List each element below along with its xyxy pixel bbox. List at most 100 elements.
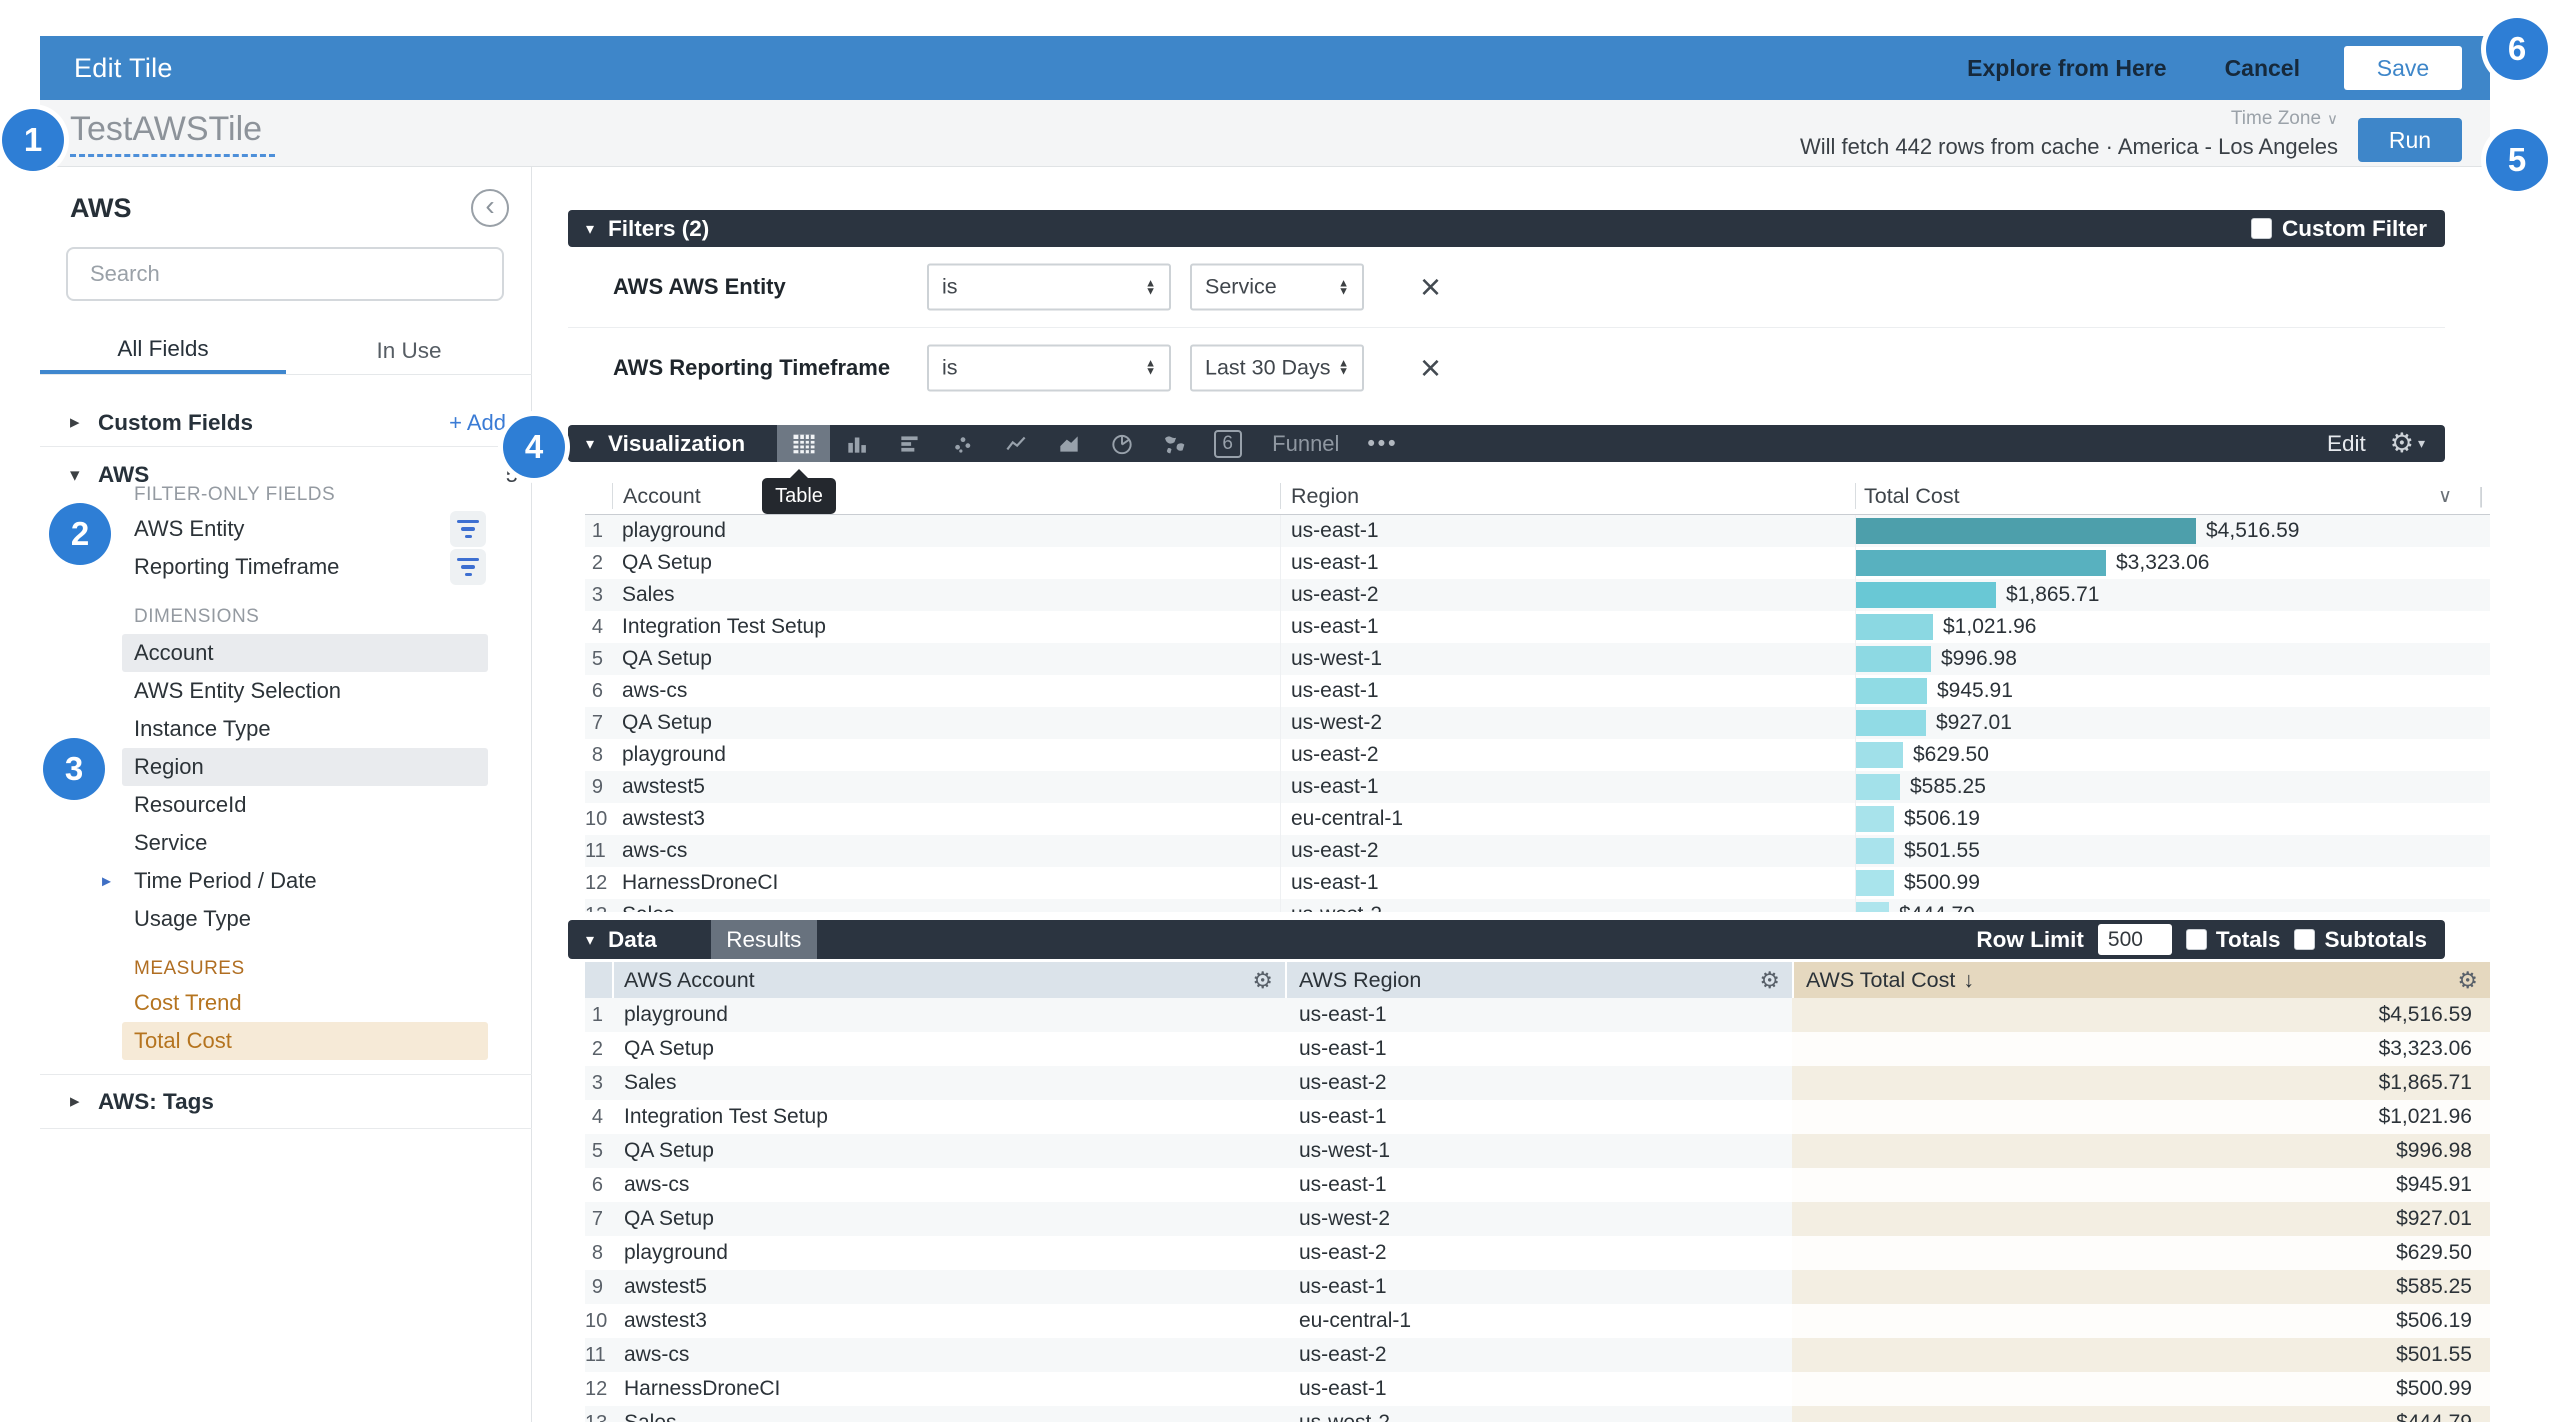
table-row[interactable]: 5 QA Setup us-west-1 $996.98 [585,643,2490,675]
table-row[interactable]: 5 QA Setup us-west-1 $996.98 [585,1134,2490,1168]
table-row[interactable]: 13 Sales us-west-2 $444.79 [585,899,2490,912]
table-row[interactable]: 7 QA Setup us-west-2 $927.01 [585,1202,2490,1236]
funnel-viz-option[interactable]: Funnel [1272,431,1339,457]
remove-filter-icon[interactable]: × [1420,266,1441,308]
caret-down-icon[interactable]: ▾ [2418,435,2425,452]
tab-results[interactable]: Results [711,920,817,959]
table-viz-icon[interactable] [777,425,830,462]
table-row[interactable]: 6 aws-cs us-east-1 $945.91 [585,1168,2490,1202]
table-row[interactable]: 4 Integration Test Setup us-east-1 $1,02… [585,611,2490,643]
table-row[interactable]: 8 playground us-east-2 $629.50 [585,1236,2490,1270]
map-viz-icon[interactable] [1148,425,1201,462]
gear-icon[interactable]: ⚙ [2457,967,2478,994]
filter-value-select[interactable]: Last 30 Days ▲▼ [1190,344,1364,391]
table-row[interactable]: 9 awstest5 us-east-1 $585.25 [585,1270,2490,1304]
measure-list: Cost Trend Total Cost [40,984,532,1060]
tab-all-fields[interactable]: All Fields [40,327,286,374]
dimension-field[interactable]: ▸ Usage Type [40,900,532,938]
measure-field[interactable]: Total Cost [40,1022,532,1060]
add-custom-field-button[interactable]: + Add [449,410,506,436]
table-row[interactable]: 2 QA Setup us-east-1 $3,323.06 [585,547,2490,579]
collapse-sidebar-button[interactable]: ‹ [471,189,509,227]
top-bar: Edit Tile Explore from Here Cancel Save [40,36,2490,100]
table-row[interactable]: 13 Sales us-west-2 $444.79 [585,1406,2490,1422]
table-row[interactable]: 10 awstest3 eu-central-1 $506.19 [585,803,2490,835]
viz-col-account[interactable]: Account [612,483,1280,509]
run-button[interactable]: Run [2358,118,2462,162]
data-col-aws-region[interactable]: AWS Region ⚙ [1285,962,1792,998]
table-row[interactable]: 2 QA Setup us-east-1 $3,323.06 [585,1032,2490,1066]
table-row[interactable]: 12 HarnessDroneCI us-east-1 $500.99 [585,1372,2490,1406]
row-limit-input[interactable] [2098,924,2172,955]
search-input[interactable] [66,247,504,301]
filter-icon[interactable] [450,511,486,547]
line-chart-viz-icon[interactable] [989,425,1042,462]
table-row[interactable]: 8 playground us-east-2 $629.50 [585,739,2490,771]
table-row[interactable]: 10 awstest3 eu-central-1 $506.19 [585,1304,2490,1338]
custom-filter-checkbox[interactable] [2251,218,2272,239]
scatter-viz-icon[interactable] [936,425,989,462]
dimension-field[interactable]: ▸ Service [40,824,532,862]
area-chart-viz-icon[interactable] [1042,425,1095,462]
custom-fields-row[interactable]: ▸ Custom Fields + Add [40,399,532,447]
subtotals-toggle[interactable]: Subtotals [2294,927,2427,953]
visualization-section-header[interactable]: ▾ Visualization [568,425,2445,462]
table-row[interactable]: 11 aws-cs us-east-2 $501.55 [585,1338,2490,1372]
filter-only-field[interactable]: AWS Entity [40,510,532,548]
table-row[interactable]: 1 playground us-east-1 $4,516.59 [585,515,2490,547]
data-section-header[interactable]: ▾ Data Results Row Limit Totals Subtotal… [568,920,2445,959]
subtotals-checkbox[interactable] [2294,929,2315,950]
filter-icon[interactable] [450,549,486,585]
filter-operator-select[interactable]: is ▲▼ [927,344,1171,391]
aws-tags-group-row[interactable]: ▸ AWS: Tags [40,1075,532,1129]
filter-value-select[interactable]: Service ▲▼ [1190,264,1364,311]
more-viz-options-icon[interactable]: ••• [1367,432,1398,456]
field-list: FILTER-ONLY FIELDS AWS Entity Reporting … [40,480,532,1129]
cost-bar [1856,614,1933,640]
page-title: Edit Tile [74,53,173,84]
filter-only-field[interactable]: Reporting Timeframe [40,548,532,586]
dimension-field[interactable]: ▸ ResourceId [40,786,532,824]
dimension-field[interactable]: ▸ AWS Entity Selection [40,672,532,710]
viz-edit-button[interactable]: Edit [2327,431,2366,457]
gear-icon[interactable]: ⚙ [1252,967,1273,994]
filter-operator-select[interactable]: is ▲▼ [927,264,1171,311]
table-row[interactable]: 6 aws-cs us-east-1 $945.91 [585,675,2490,707]
explore-from-here-button[interactable]: Explore from Here [1967,55,2166,82]
table-row[interactable]: 3 Sales us-east-2 $1,865.71 [585,579,2490,611]
chevron-down-icon[interactable]: ∨ [2438,485,2452,508]
dimension-field[interactable]: ▸ Instance Type [40,710,532,748]
column-chart-viz-icon[interactable] [830,425,883,462]
data-table-body: 1 playground us-east-1 $4,516.59 2 QA Se… [585,998,2490,1422]
table-row[interactable]: 12 HarnessDroneCI us-east-1 $500.99 [585,867,2490,899]
tile-name-input[interactable]: TestAWSTile [70,110,275,157]
dimension-field[interactable]: ▸ Time Period / Date [40,862,532,900]
gear-icon[interactable]: ⚙ [2390,428,2414,459]
pie-chart-viz-icon[interactable] [1095,425,1148,462]
dimension-field[interactable]: ▸ Region [40,748,532,786]
viz-col-total-cost[interactable]: Total Cost [1855,483,2490,509]
table-row[interactable]: 11 aws-cs us-east-2 $501.55 [585,835,2490,867]
table-row[interactable]: 9 awstest5 us-east-1 $585.25 [585,771,2490,803]
table-row[interactable]: 7 QA Setup us-west-2 $927.01 [585,707,2490,739]
single-value-viz-icon[interactable]: 6 [1201,425,1254,462]
filters-section-header[interactable]: ▾ Filters (2) Custom Filter [568,210,2445,247]
remove-filter-icon[interactable]: × [1420,347,1441,389]
totals-toggle[interactable]: Totals [2186,927,2281,953]
save-button[interactable]: Save [2344,46,2462,90]
table-row[interactable]: 3 Sales us-east-2 $1,865.71 [585,1066,2490,1100]
bar-chart-viz-icon[interactable] [883,425,936,462]
data-col-aws-account[interactable]: AWS Account ⚙ [612,962,1285,998]
measure-field[interactable]: Cost Trend [40,984,532,1022]
table-row[interactable]: 4 Integration Test Setup us-east-1 $1,02… [585,1100,2490,1134]
data-col-aws-total-cost[interactable]: AWS Total Cost ↓ ⚙ [1792,962,2490,998]
totals-checkbox[interactable] [2186,929,2207,950]
tab-in-use[interactable]: In Use [286,327,532,374]
dimension-field[interactable]: ▸ Account [40,634,532,672]
table-row[interactable]: 1 playground us-east-1 $4,516.59 [585,998,2490,1032]
custom-filter-toggle[interactable]: Custom Filter [2251,216,2427,242]
timezone-dropdown[interactable]: Time Zone∨ [2231,108,2338,130]
viz-col-region[interactable]: Region [1280,483,1855,509]
cancel-button[interactable]: Cancel [2225,55,2300,82]
gear-icon[interactable]: ⚙ [1759,967,1780,994]
